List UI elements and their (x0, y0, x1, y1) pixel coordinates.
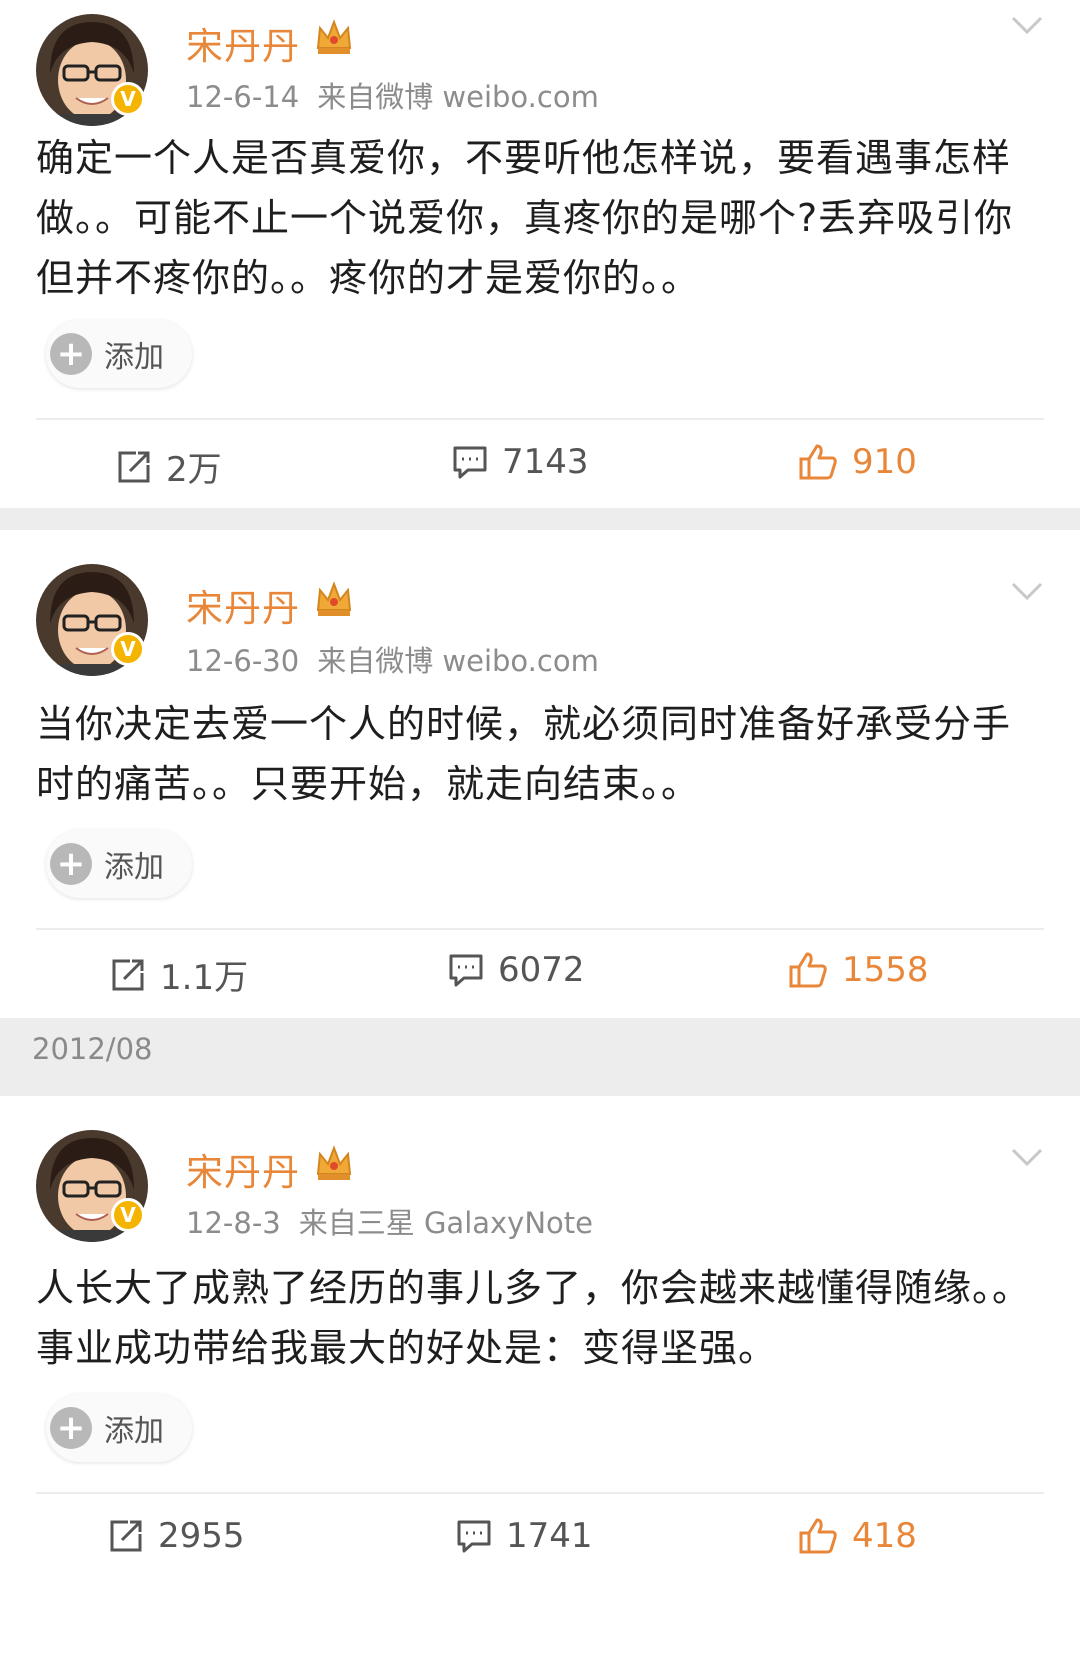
post-source: 来自微博 weibo.com (317, 80, 599, 114)
divider (36, 928, 1044, 930)
like-button[interactable]: 910 (798, 442, 917, 482)
comment-icon (452, 444, 488, 480)
post-meta: 12-8-3 来自三星 GalaxyNote (186, 1200, 593, 1242)
crown-icon (314, 1144, 354, 1182)
month-label: 2012/08 (32, 1032, 153, 1066)
like-icon (788, 951, 828, 989)
weibo-post: V 宋丹丹 12-8-3 来自三星 GalaxyNote 人长大了成熟了经历的事儿… (0, 1096, 1080, 1656)
crown-icon (314, 18, 354, 56)
weibo-post: V 宋丹丹 12-6-14 来自微博 weibo.com 确定一个人是否真爱你，不… (0, 0, 1080, 508)
verified-badge-icon: V (111, 632, 145, 666)
chevron-down-icon[interactable] (1010, 580, 1044, 602)
add-label: 添加 (104, 850, 164, 885)
post-meta: 12-6-30 来自微博 weibo.com (186, 638, 599, 680)
post-separator (0, 508, 1080, 530)
repost-count: 2万 (166, 450, 222, 490)
repost-icon (116, 449, 152, 485)
plus-icon: + (50, 333, 92, 375)
author-name[interactable]: 宋丹丹 (186, 578, 300, 632)
repost-icon (108, 1518, 144, 1554)
repost-button[interactable]: 2万 (116, 442, 222, 491)
verified-badge-icon: V (111, 82, 145, 116)
like-button[interactable]: 418 (798, 1516, 917, 1556)
add-label: 添加 (104, 340, 164, 375)
post-date: 12-6-30 (186, 644, 300, 678)
repost-count: 2955 (158, 1516, 245, 1556)
post-text: 人长大了成熟了经历的事儿多了，你会越来越懂得随缘。。事业成功带给我最大的好处是：… (36, 1266, 1032, 1370)
like-count: 1558 (842, 950, 929, 990)
comment-button[interactable]: 6072 (448, 950, 585, 990)
like-count: 418 (852, 1516, 917, 1556)
post-source: 来自三星 GalaxyNote (298, 1206, 593, 1240)
comment-count: 6072 (498, 950, 585, 990)
like-icon (798, 443, 838, 481)
month-divider: 2012/08 (0, 1018, 1080, 1096)
add-button[interactable]: + 添加 (46, 830, 192, 898)
like-icon (798, 1517, 838, 1555)
divider (36, 1492, 1044, 1494)
post-meta: 12-6-14 来自微博 weibo.com (186, 74, 599, 116)
comment-icon (448, 952, 484, 988)
post-date: 12-8-3 (186, 1206, 281, 1240)
post-text: 当你决定去爱一个人的时候，就必须同时准备好承受分手时的痛苦。。只要开始，就走向结… (36, 702, 1012, 806)
add-button[interactable]: + 添加 (46, 1394, 192, 1462)
post-date: 12-6-14 (186, 80, 300, 114)
post-text: 确定一个人是否真爱你，不要听他怎样说，要看遇事怎样做。。可能不止一个说爱你，真疼… (36, 136, 1014, 300)
comment-button[interactable]: 1741 (456, 1516, 593, 1556)
plus-icon: + (50, 1407, 92, 1449)
post-source: 来自微博 weibo.com (317, 644, 599, 678)
comment-button[interactable]: 7143 (452, 442, 589, 482)
add-button[interactable]: + 添加 (46, 320, 192, 388)
comment-icon (456, 1518, 492, 1554)
repost-button[interactable]: 2955 (108, 1516, 245, 1556)
add-label: 添加 (104, 1414, 164, 1449)
divider (36, 418, 1044, 420)
repost-count: 1.1万 (160, 958, 249, 998)
comment-count: 1741 (506, 1516, 593, 1556)
repost-button[interactable]: 1.1万 (110, 950, 248, 999)
chevron-down-icon[interactable] (1010, 14, 1044, 36)
verified-badge-icon: V (111, 1198, 145, 1232)
like-count: 910 (852, 442, 917, 482)
chevron-down-icon[interactable] (1010, 1146, 1044, 1168)
weibo-post: V 宋丹丹 12-6-30 来自微博 weibo.com 当你决定去爱一个人的时候… (0, 530, 1080, 1018)
repost-icon (110, 957, 146, 993)
comment-count: 7143 (502, 442, 589, 482)
like-button[interactable]: 1558 (788, 950, 929, 990)
author-name[interactable]: 宋丹丹 (186, 16, 300, 70)
crown-icon (314, 580, 354, 618)
author-name[interactable]: 宋丹丹 (186, 1142, 300, 1196)
plus-icon: + (50, 843, 92, 885)
